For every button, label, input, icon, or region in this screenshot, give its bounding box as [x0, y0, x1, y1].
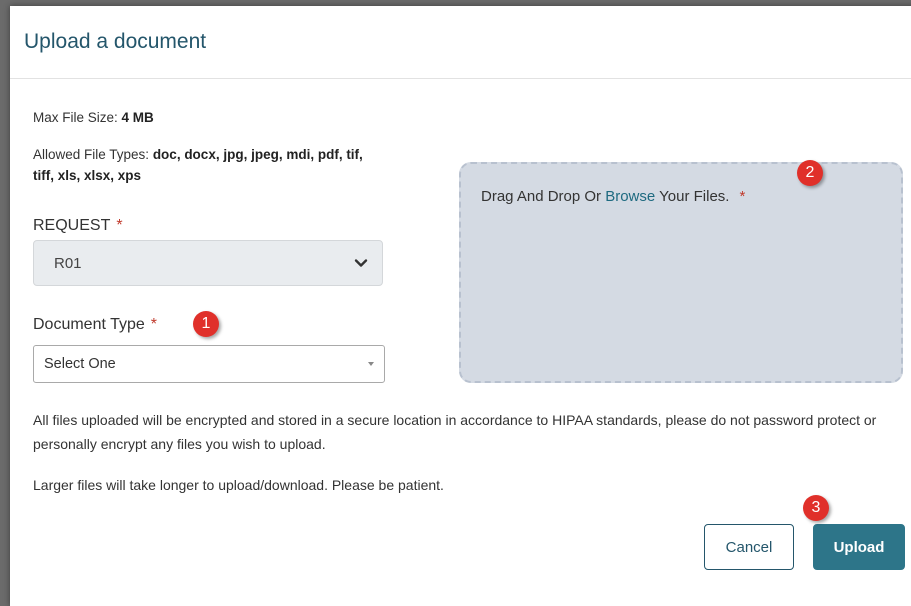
max-file-size-label: Max File Size:	[33, 110, 122, 125]
encryption-notice: All files uploaded will be encrypted and…	[33, 412, 877, 452]
request-required-mark: *	[116, 217, 123, 234]
max-file-size: Max File Size: 4 MB	[33, 110, 154, 125]
document-type-label: Document Type *	[33, 316, 157, 334]
dialog-header: Upload a document	[10, 6, 911, 79]
document-type-select[interactable]: Select One	[33, 345, 385, 383]
request-select-value: R01	[54, 254, 82, 272]
document-type-label-text: Document Type	[33, 316, 145, 333]
request-select[interactable]: R01	[33, 240, 383, 286]
document-type-select-value: Select One	[44, 356, 116, 372]
browse-link[interactable]: Browse	[605, 188, 655, 205]
callout-badge-1: 1	[193, 311, 219, 337]
upload-dialog: Upload a document Max File Size: 4 MB Al…	[10, 6, 911, 606]
caret-down-icon	[368, 362, 374, 366]
document-type-required-mark: *	[150, 316, 157, 333]
callout-badge-3: 3	[803, 495, 829, 521]
dropzone-text-after: Your Files.	[655, 188, 730, 205]
request-label: REQUEST *	[33, 217, 123, 235]
request-label-text: REQUEST	[33, 217, 111, 234]
dropzone-required-mark: *	[739, 188, 746, 205]
dialog-title: Upload a document	[24, 30, 207, 53]
callout-badge-2: 2	[797, 160, 823, 186]
allowed-file-types-label: Allowed File Types:	[33, 147, 153, 162]
dropzone-text: Drag And Drop Or Browse Your Files. *	[481, 188, 745, 205]
file-dropzone[interactable]: Drag And Drop Or Browse Your Files. *	[459, 162, 903, 383]
dropzone-text-before: Drag And Drop Or	[481, 188, 606, 205]
chevron-down-icon	[354, 259, 368, 267]
max-file-size-value: 4 MB	[121, 110, 154, 125]
upload-button[interactable]: Upload	[813, 524, 905, 570]
allowed-file-types: Allowed File Types: doc, docx, jpg, jpeg…	[33, 144, 373, 186]
large-files-notice: Larger files will take longer to upload/…	[33, 477, 444, 493]
cancel-button[interactable]: Cancel	[704, 524, 794, 570]
